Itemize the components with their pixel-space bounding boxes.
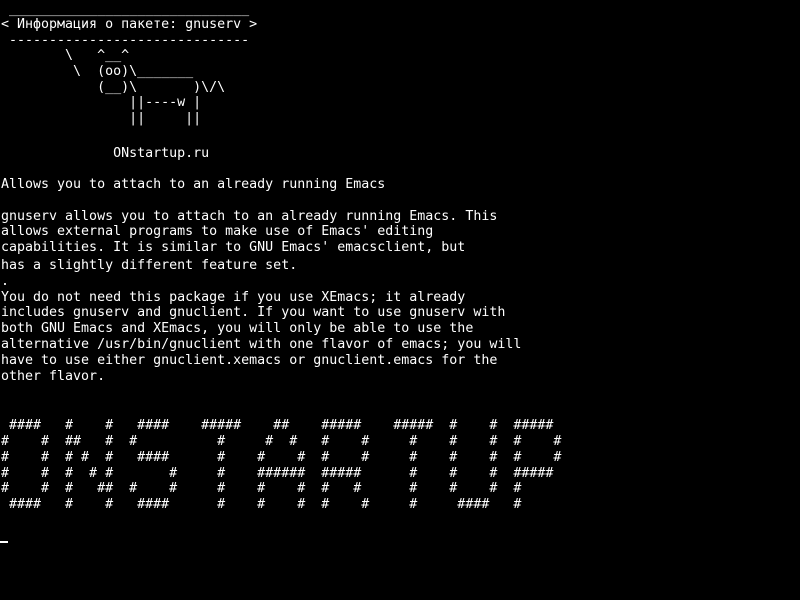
description-line: capabilities. It is similar to GNU Emacs… — [1, 240, 466, 255]
description-line: gnuserv allows you to attach to an alrea… — [1, 209, 498, 224]
banner-line: # # ## # # # # # # # # # # # # — [1, 434, 562, 449]
description-line: alternative /usr/bin/gnuclient with one … — [1, 337, 522, 352]
bubble-bottom-border: ------------------------------ — [1, 33, 250, 48]
description-line: both GNU Emacs and XEmacs, you will only… — [1, 321, 474, 336]
description-line: includes gnuserv and gnuclient. If you w… — [1, 305, 506, 320]
cow-line: \ (oo)\_______ — [1, 64, 194, 79]
site-name: ONstartup.ru — [1, 146, 210, 161]
banner-line: # # # # # # # ###### ##### # # # ##### — [1, 466, 554, 481]
text-cursor[interactable] — [0, 541, 8, 543]
description-line: allows external programs to make use of … — [1, 224, 434, 239]
cow-line: \ ^__^ — [1, 48, 130, 63]
package-info-title: < Информация о пакете: gnuserv > — [1, 17, 258, 32]
banner-line: #### # # #### ##### ## ##### ##### # # #… — [1, 418, 554, 433]
cow-line: || || — [1, 111, 202, 126]
description-line: have to use either gnuclient.xemacs or g… — [1, 353, 498, 368]
description-line: . — [1, 274, 10, 289]
description-line: You do not need this package if you use … — [1, 290, 466, 305]
description-line: has a slightly different feature set. — [1, 258, 298, 273]
banner-line: # # # ## # # # # # # # # # # # — [1, 481, 522, 496]
cow-line: (__)\ )\/\ — [1, 80, 226, 95]
banner-line: #### # # #### # # # # # # #### # — [1, 497, 522, 512]
cow-line: ||----w | — [1, 95, 202, 110]
bubble-top-border: ______________________________ — [1, 2, 250, 17]
description-line: other flavor. — [1, 369, 106, 384]
banner-line: # # # # # #### # # # # # # # # # # — [1, 450, 562, 465]
short-description: Allows you to attach to an already runni… — [1, 177, 386, 192]
